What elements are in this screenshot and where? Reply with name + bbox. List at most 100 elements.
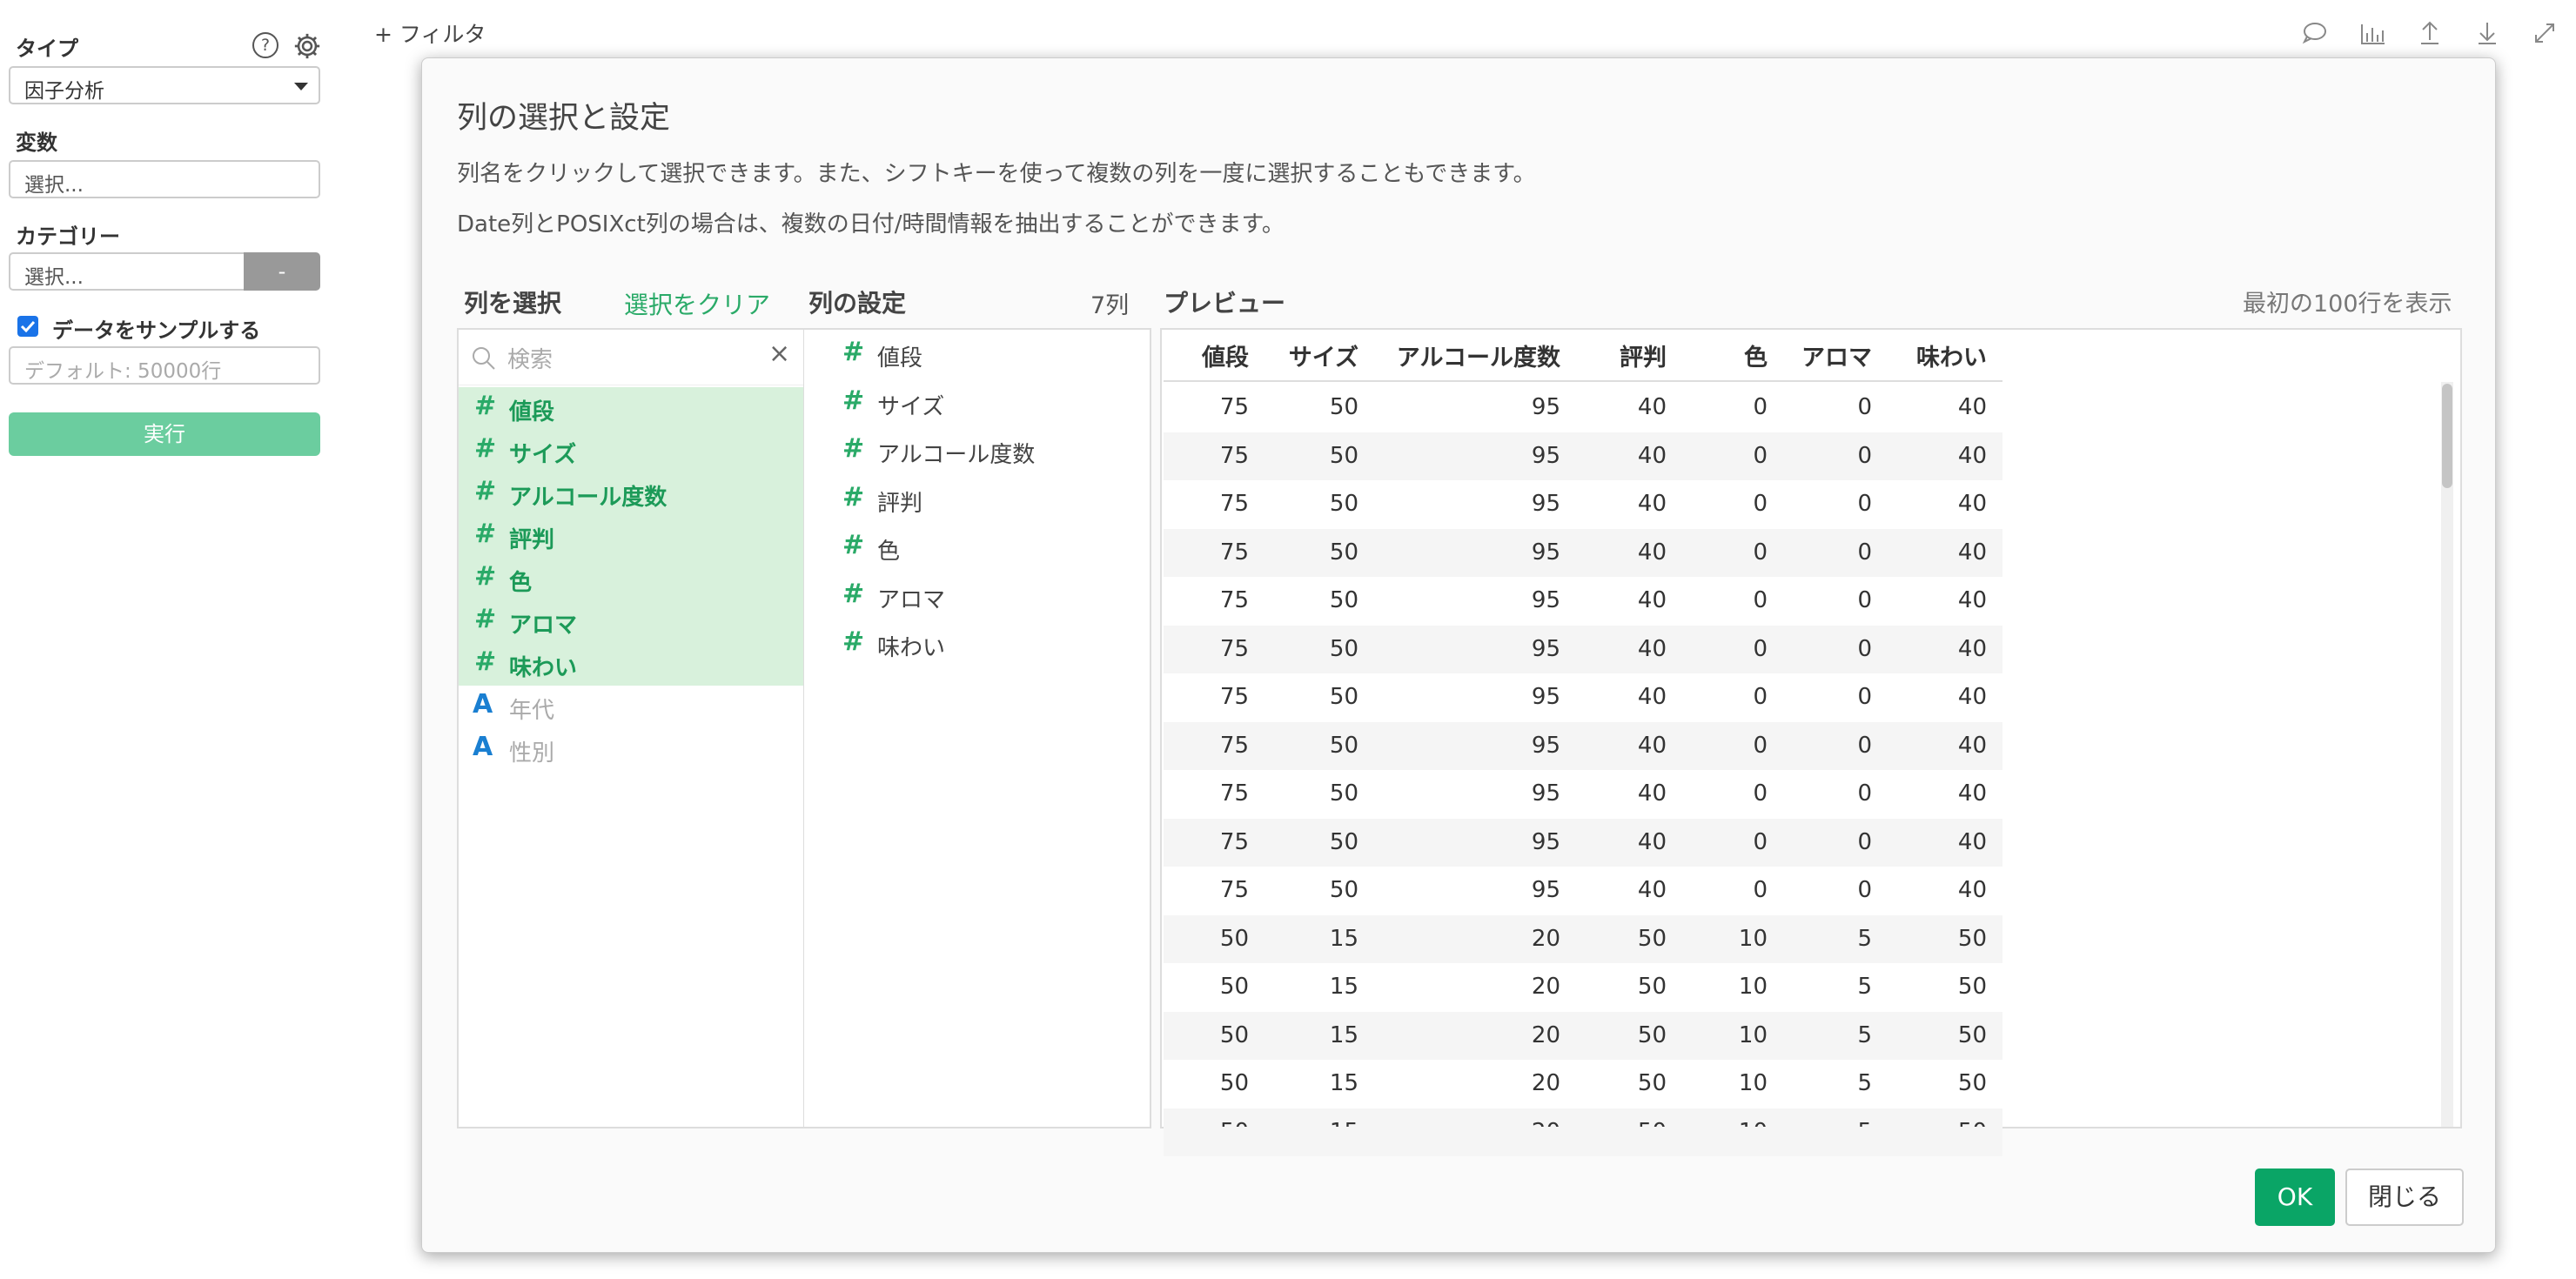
preview-cell: 40 <box>1637 539 1667 566</box>
preview-cell: 20 <box>1531 925 1560 952</box>
numeric-type-icon: # <box>474 646 497 677</box>
category-remove-button[interactable]: - <box>244 252 320 291</box>
preview-cell: 40 <box>1957 587 1987 613</box>
preview-cell: 50 <box>1637 974 1667 1000</box>
select-column-item[interactable]: 評判 <box>509 522 554 554</box>
preview-cell: 75 <box>1219 394 1249 420</box>
preview-cell: 10 <box>1738 974 1768 1000</box>
select-column-item[interactable]: 色 <box>509 565 532 597</box>
preview-cell: 0 <box>1753 780 1768 807</box>
type-select[interactable]: 因子分析 <box>9 66 320 104</box>
preview-cell: 20 <box>1456 1119 1560 1128</box>
preview-header: プレビュー <box>1164 289 1286 318</box>
settings-column-item[interactable]: サイズ <box>877 389 944 421</box>
preview-cell: 40 <box>1637 635 1667 662</box>
preview-cell: 40 <box>1957 491 1987 517</box>
comment-icon[interactable] <box>2298 17 2332 49</box>
preview-scrollbar-thumb[interactable] <box>2442 384 2452 488</box>
numeric-type-icon: # <box>474 391 497 421</box>
select-column-item[interactable]: 性別 <box>509 735 554 767</box>
preview-cell: 20 <box>1531 1070 1560 1096</box>
preview-cell: 0 <box>1753 732 1768 759</box>
sample-checkbox[interactable] <box>17 316 38 337</box>
preview-cell: 5 <box>1857 925 1872 952</box>
preview-cell: 15 <box>1329 1070 1358 1096</box>
download-icon[interactable] <box>2470 17 2505 49</box>
preview-cell: 0 <box>1857 635 1872 662</box>
select-column-item[interactable]: 年代 <box>509 693 554 725</box>
preview-cell: 0 <box>1753 587 1768 613</box>
preview-cell: 20 <box>1531 974 1560 1000</box>
settings-column-item[interactable]: 評判 <box>877 485 922 518</box>
preview-cell: 95 <box>1531 780 1560 807</box>
preview-cell: 50 <box>1329 442 1358 469</box>
numeric-type-icon: # <box>474 561 497 592</box>
ok-button[interactable]: OK <box>2255 1169 2335 1226</box>
preview-column-header: サイズ <box>1288 345 1358 372</box>
dialog-description-1: 列名をクリックして選択できます。また、シフトキーを使って複数の列を一度に選択する… <box>457 161 1536 187</box>
preview-cell: 95 <box>1531 684 1560 710</box>
dialog-description-2: Date列とPOSIXct列の場合は、複数の日付/時間情報を抽出することができま… <box>457 211 1285 238</box>
preview-scrollbar-track[interactable] <box>2441 382 2453 1127</box>
settings-column-item[interactable]: 味わい <box>877 630 945 662</box>
preview-cell: 50 <box>1637 1021 1667 1048</box>
column-settings-dialog: 列の選択と設定 列名をクリックして選択できます。また、シフトキーを使って複数の列… <box>421 57 2496 1253</box>
select-column-item[interactable]: アルコール度数 <box>509 479 667 512</box>
clear-selection-link[interactable]: 選択をクリア <box>624 286 770 321</box>
help-icon[interactable]: ? <box>252 32 278 58</box>
preview-cell: 40 <box>1637 394 1667 420</box>
preview-column-header: 味わい <box>1916 345 1987 372</box>
select-columns-panel: 検索 × # 値段 # サイズ # アルコール度数 # 評判 # 色 # アロマ # 味わい A 年代 A 性別 <box>457 328 805 1128</box>
select-column-item[interactable]: サイズ <box>509 437 576 469</box>
settings-column-item[interactable]: 値段 <box>877 340 922 372</box>
preview-cell: 40 <box>1957 732 1987 759</box>
preview-cell: 20 <box>1531 1021 1560 1048</box>
variable-placeholder: 選択... <box>24 174 84 197</box>
upload-icon[interactable] <box>2412 17 2447 49</box>
preview-cell: 40 <box>1957 877 1987 903</box>
preview-cell: 50 <box>1882 1119 1987 1128</box>
select-columns-header: 列を選択 <box>464 289 562 318</box>
column-count: 7列 <box>1090 292 1130 319</box>
variable-label: 変数 <box>16 131 57 155</box>
numeric-type-icon: # <box>474 604 497 634</box>
preview-cell: 75 <box>1219 635 1249 662</box>
preview-note: 最初の100行を表示 <box>2243 291 2452 318</box>
select-column-item[interactable]: 値段 <box>509 394 554 426</box>
gear-icon[interactable] <box>292 31 322 61</box>
preview-cell: 0 <box>1857 587 1872 613</box>
preview-cell: 50 <box>1219 974 1249 1000</box>
preview-cell: 50 <box>1329 780 1358 807</box>
settings-column-item[interactable]: 色 <box>877 533 900 566</box>
preview-cell: 50 <box>1957 925 1987 952</box>
preview-cell: 5 <box>1857 974 1872 1000</box>
preview-cell: 40 <box>1637 442 1667 469</box>
preview-cell: 50 <box>1329 587 1358 613</box>
preview-cell: 50 <box>1329 732 1358 759</box>
preview-cell: 75 <box>1219 828 1249 855</box>
settings-column-item[interactable]: アロマ <box>877 582 945 614</box>
add-filter-button[interactable]: + フィルタ <box>374 17 486 49</box>
preview-cell: 40 <box>1637 877 1667 903</box>
run-button[interactable]: 実行 <box>9 412 320 456</box>
chart-icon[interactable] <box>2355 17 2390 49</box>
settings-column-item[interactable]: アルコール度数 <box>877 437 1035 469</box>
preview-panel: 値段 サイズ アルコール度数 評判色アロマ 味わい 75 50 95 40 0 0 40 75 50 95 4… <box>1160 328 2462 1156</box>
preview-cell: 0 <box>1857 539 1872 566</box>
preview-cell: 0 <box>1753 877 1768 903</box>
variable-select[interactable]: 選択... <box>9 160 320 198</box>
sample-size-input[interactable]: デフォルト: 50000行 <box>9 346 320 385</box>
text-type-icon: A <box>473 732 493 762</box>
category-select[interactable]: 選択... <box>9 252 245 291</box>
preview-cell: 40 <box>1637 780 1667 807</box>
preview-cell: 0 <box>1753 828 1768 855</box>
search-placeholder: 検索 <box>507 347 553 373</box>
preview-cell: 40 <box>1637 491 1667 517</box>
preview-cell: 50 <box>1329 635 1358 662</box>
select-column-item[interactable]: 味わい <box>509 650 577 682</box>
expand-icon[interactable] <box>2527 17 2562 49</box>
close-button[interactable]: 閉じる <box>2345 1169 2464 1226</box>
select-column-item[interactable]: アロマ <box>509 607 577 640</box>
clear-search-icon[interactable]: × <box>768 338 790 369</box>
search-box[interactable]: 検索 × <box>459 330 803 385</box>
